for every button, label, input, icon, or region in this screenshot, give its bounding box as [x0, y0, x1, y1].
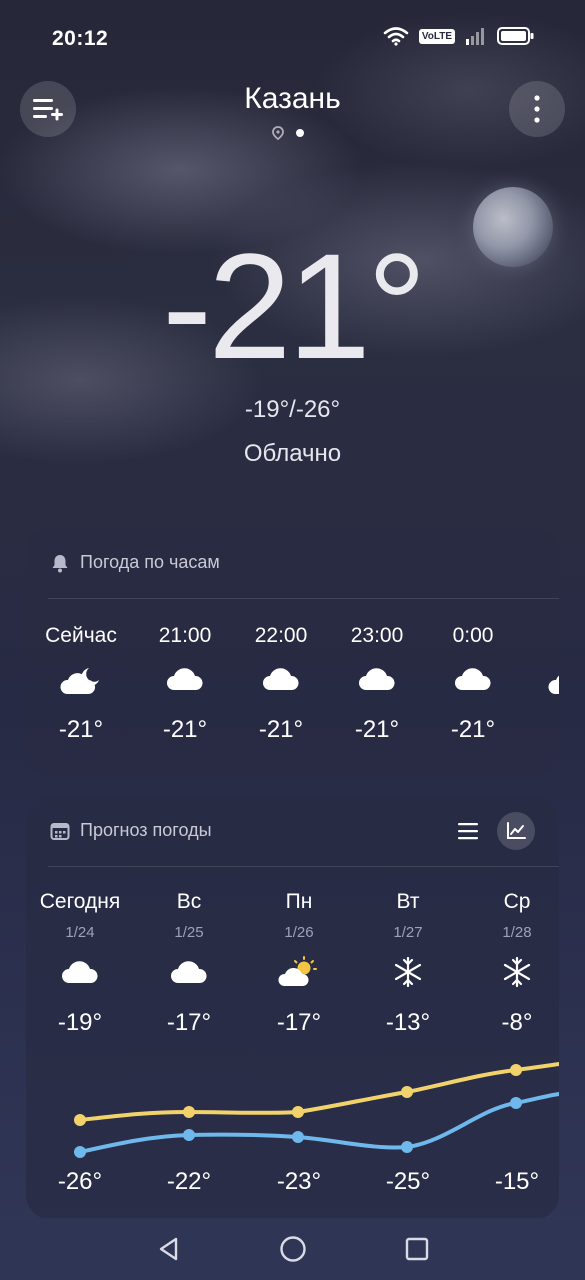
volte-icon: VoLTE	[418, 28, 455, 44]
hour-temp: -21°	[58, 716, 104, 743]
hour-time: 0:00	[452, 624, 494, 647]
hour-item: 22:00 -21°	[233, 624, 329, 744]
day-low-temp: -15°	[494, 1168, 540, 1195]
cloud-icon	[359, 668, 395, 690]
hourly-card-title: Погода по часам	[80, 552, 220, 572]
hour-temp: -21°	[354, 716, 400, 743]
day-low-temp: -25°	[385, 1168, 431, 1195]
high-temp-point	[401, 1086, 413, 1098]
hour-item: 23:00 -21°	[329, 624, 425, 744]
home-button[interactable]	[231, 1235, 355, 1263]
wifi-icon	[383, 27, 409, 46]
high-temp-point	[74, 1114, 86, 1126]
hour-time: 23:00	[350, 624, 404, 647]
low-temp-point	[74, 1146, 86, 1158]
page-dot-active	[296, 129, 304, 137]
back-triangle-icon	[159, 1237, 177, 1261]
hour-item: 0:00 -21°	[425, 624, 521, 744]
recents-button[interactable]	[355, 1236, 479, 1262]
city-name: Казань	[244, 82, 341, 115]
hourly-divider	[48, 598, 559, 599]
cloud-icon	[263, 668, 299, 690]
status-time: 20:12	[52, 27, 109, 50]
hour-temp: -21°	[162, 716, 208, 743]
hour-time: 21:00	[158, 624, 212, 647]
navigation-bar	[0, 1218, 585, 1280]
low-temp-point	[510, 1097, 522, 1109]
cloud-icon	[167, 668, 203, 690]
hour-time: Сейчас	[45, 624, 117, 647]
location-pin-icon	[272, 126, 284, 140]
day-low-temp: -26°	[57, 1168, 103, 1195]
hour-item: Сейчас -21°	[33, 624, 129, 744]
hour-item: 1 -2	[521, 624, 559, 744]
bell-icon	[52, 554, 68, 572]
cloud-icon	[455, 668, 491, 690]
hour-item: 21:00 -21°	[137, 624, 233, 744]
status-icons: VoLTE	[383, 26, 535, 46]
high-temp-point	[292, 1106, 304, 1118]
low-temp-point	[183, 1129, 195, 1141]
day-low-temp: -23°	[276, 1168, 322, 1195]
temperature-trend-chart	[74, 1062, 559, 1158]
hourly-card-header: Погода по часам	[50, 552, 220, 573]
day-low-temp: -22°	[166, 1168, 212, 1195]
low-temp-point	[401, 1141, 413, 1153]
hour-temp: -2	[521, 716, 559, 744]
hour-temp: -21°	[258, 716, 304, 743]
high-temp-point	[183, 1106, 195, 1118]
more-options-button[interactable]	[509, 81, 565, 137]
hour-time: 1	[521, 624, 559, 648]
battery-icon	[497, 27, 534, 45]
current-condition: Облачно	[243, 440, 342, 467]
daily-forecast-card[interactable]: Прогноз погоды Сегодня 1/24 -19° Вс 1/25…	[26, 796, 559, 1220]
more-vertical-icon	[534, 95, 540, 123]
recents-square-icon	[405, 1237, 428, 1261]
hour-time: 22:00	[254, 624, 308, 647]
page-indicator	[272, 126, 304, 140]
hourly-forecast-card[interactable]: Погода по часам Сейчас -21° 21:00 -21° 2…	[26, 528, 559, 777]
signal-icon	[466, 28, 484, 45]
hour-temp: -21°	[450, 716, 496, 743]
high-temp-point	[510, 1064, 522, 1076]
home-circle-icon	[279, 1236, 306, 1262]
cloudy-night-icon	[548, 675, 559, 694]
current-temperature: -21°	[162, 222, 427, 390]
back-button[interactable]	[107, 1236, 231, 1262]
low-temp-point	[292, 1131, 304, 1143]
temperature-range: -19°/-26°	[244, 396, 341, 423]
low-temp-line	[78, 1092, 559, 1154]
status-bar: 20:12 VoLTE	[0, 0, 585, 76]
cloudy-night-icon	[60, 668, 99, 694]
